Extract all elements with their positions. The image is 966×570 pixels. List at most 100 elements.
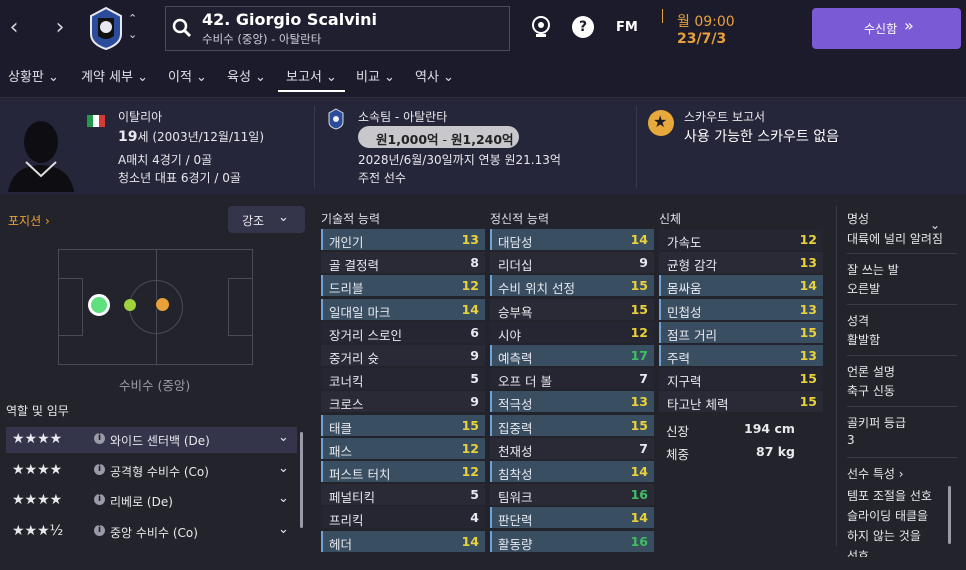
player-silhouette-icon (8, 121, 74, 192)
tab-history[interactable]: 역사 ⌄ (415, 66, 454, 92)
attribute-value: 13 (630, 394, 648, 410)
role-row[interactable]: ★★★★ i 공격형 수비수 (Co) ⌄ (6, 458, 297, 484)
role-row[interactable]: ★★★½ i 중앙 수비수 (Co) ⌄ (6, 519, 297, 545)
traits-link[interactable]: 선수 특성 › (847, 465, 904, 482)
attribute-value: 14 (461, 301, 479, 317)
attribute-value: 12 (630, 324, 648, 340)
tab-development[interactable]: 육성 ⌄ (227, 66, 266, 92)
forward-arrow-icon[interactable]: › (48, 14, 72, 42)
attribute-name: 리더십 (498, 258, 533, 274)
physical-title: 신체 (659, 212, 682, 226)
attribute-name: 드리블 (329, 281, 364, 297)
attribute-value: 12 (461, 464, 479, 479)
date-day: 월 09:00 (677, 14, 735, 30)
weight-label: 체중 (666, 447, 690, 462)
position-link[interactable]: 포지션 › (8, 212, 50, 229)
divider (847, 304, 957, 305)
position-marker (155, 297, 170, 312)
attribute-name: 오프 더 볼 (498, 374, 552, 390)
chevron-down-icon[interactable]: ⌄ (278, 461, 289, 476)
chevron-down-icon[interactable]: ⌄ (128, 28, 137, 41)
info-icon[interactable]: i (94, 433, 105, 444)
player-subtitle: 수비수 (중앙) - 아탈란타 (202, 32, 322, 46)
scout-report-text: 사용 가능한 스카우트 없음 (684, 129, 840, 145)
role-stars: ★★★★ (12, 461, 63, 478)
attribute-value: 12 (461, 440, 479, 456)
attribute-value: 14 (630, 232, 648, 247)
role-label: 중앙 수비수 (Co) (110, 525, 198, 540)
attribute-name: 장거리 스로인 (329, 327, 402, 343)
national-caps: A매치 4경기 / 0골 (118, 153, 213, 167)
tab-compare[interactable]: 비교 ⌄ (356, 66, 395, 92)
chevron-up-icon[interactable]: ⌃ (128, 12, 137, 25)
tab-overview[interactable]: 상황판 ⌄ (8, 66, 59, 92)
search-icon[interactable] (172, 18, 192, 38)
attribute-name: 침착성 (498, 467, 533, 482)
value-separator: - (438, 132, 452, 147)
value-high: 원1,240억 (451, 132, 514, 147)
scout-star-icon: ★ (648, 110, 674, 136)
tab-reports[interactable]: 보고서 ⌄ (278, 66, 345, 92)
age-suffix: 세 (137, 130, 149, 144)
attribute-name: 승부욕 (498, 304, 533, 320)
attribute-name: 태클 (329, 420, 353, 436)
info-icon[interactable]: i (94, 494, 105, 505)
attribute-name: 프리킥 (329, 513, 364, 529)
trait-item: 템포 조절을 선호 (847, 489, 932, 503)
attribute-value: 16 (630, 533, 648, 549)
inbox-button[interactable]: 수신함 » (812, 8, 961, 49)
attribute-value: 8 (470, 255, 479, 271)
role-stars: ★★★★ (12, 431, 63, 447)
attribute-value: 13 (461, 232, 479, 247)
attribute-value: 9 (470, 348, 479, 363)
attribute-name: 패스 (329, 443, 353, 459)
fm-menu-icon[interactable]: FM (616, 20, 638, 35)
youth-caps: 청소년 대표 6경기 / 0골 (118, 171, 241, 185)
role-row[interactable]: ★★★★ i 와이드 센터백 (De) ⌄ (6, 427, 297, 453)
highlight-dropdown[interactable]: 강조 ⌄ (228, 206, 305, 233)
attribute-value: 15 (799, 394, 817, 410)
tab-transfer[interactable]: 이적 ⌄ (168, 66, 207, 92)
personality-label: 성격 (847, 314, 870, 328)
attribute-value: 16 (630, 487, 648, 503)
divider (847, 355, 957, 356)
attribute-value: 15 (461, 417, 479, 433)
traits-scrollbar[interactable] (948, 486, 951, 544)
position-marker-natural (88, 294, 110, 316)
role-label: 리베로 (De) (110, 495, 173, 509)
trophy-icon[interactable] (528, 14, 554, 40)
club-crest-icon[interactable] (88, 6, 124, 50)
inbox-label: 수신함 (864, 22, 898, 36)
tab-contract[interactable]: 계약 세부 ⌄ (81, 66, 148, 92)
attribute-name: 일대일 마크 (329, 304, 391, 320)
roles-scrollbar[interactable] (300, 432, 303, 528)
age-line: 19세 (2003년/12월/11일) (118, 128, 264, 145)
attribute-name: 천재성 (498, 443, 533, 459)
technical-title: 기술적 능력 (321, 212, 381, 226)
info-icon[interactable]: i (94, 524, 105, 536)
attribute-name: 수비 위치 선정 (498, 281, 575, 297)
chevron-down-icon[interactable]: ⌄ (278, 522, 289, 537)
back-arrow-icon[interactable]: ‹ (2, 14, 26, 42)
help-icon[interactable]: ? (572, 16, 594, 38)
chevron-down-icon[interactable]: ⌄ (278, 491, 289, 506)
attribute-value: 9 (470, 394, 479, 410)
attribute-value: 15 (799, 324, 817, 340)
attribute-value: 13 (799, 255, 817, 271)
attribute-value: 14 (630, 510, 648, 526)
date-marker (662, 9, 663, 23)
attribute-value: 7 (639, 440, 648, 456)
position-text: 수비수 (중앙) (119, 378, 191, 393)
attribute-name: 퍼스트 터치 (329, 467, 391, 482)
player-name: 42. Giorgio Scalvini (202, 10, 377, 29)
chevron-down-icon[interactable]: ⌄ (278, 430, 289, 445)
attribute-value: 13 (799, 301, 817, 317)
attribute-value: 13 (799, 348, 817, 363)
role-row[interactable]: ★★★★ i 리베로 (De) ⌄ (6, 488, 297, 514)
attribute-name: 페널티킥 (329, 490, 376, 506)
attribute-name: 코너킥 (329, 374, 364, 390)
date-value: 23/7/3 (677, 31, 727, 47)
attribute-value: 4 (470, 510, 479, 526)
info-icon[interactable]: i (94, 463, 105, 475)
attribute-name: 점프 거리 (667, 327, 717, 343)
